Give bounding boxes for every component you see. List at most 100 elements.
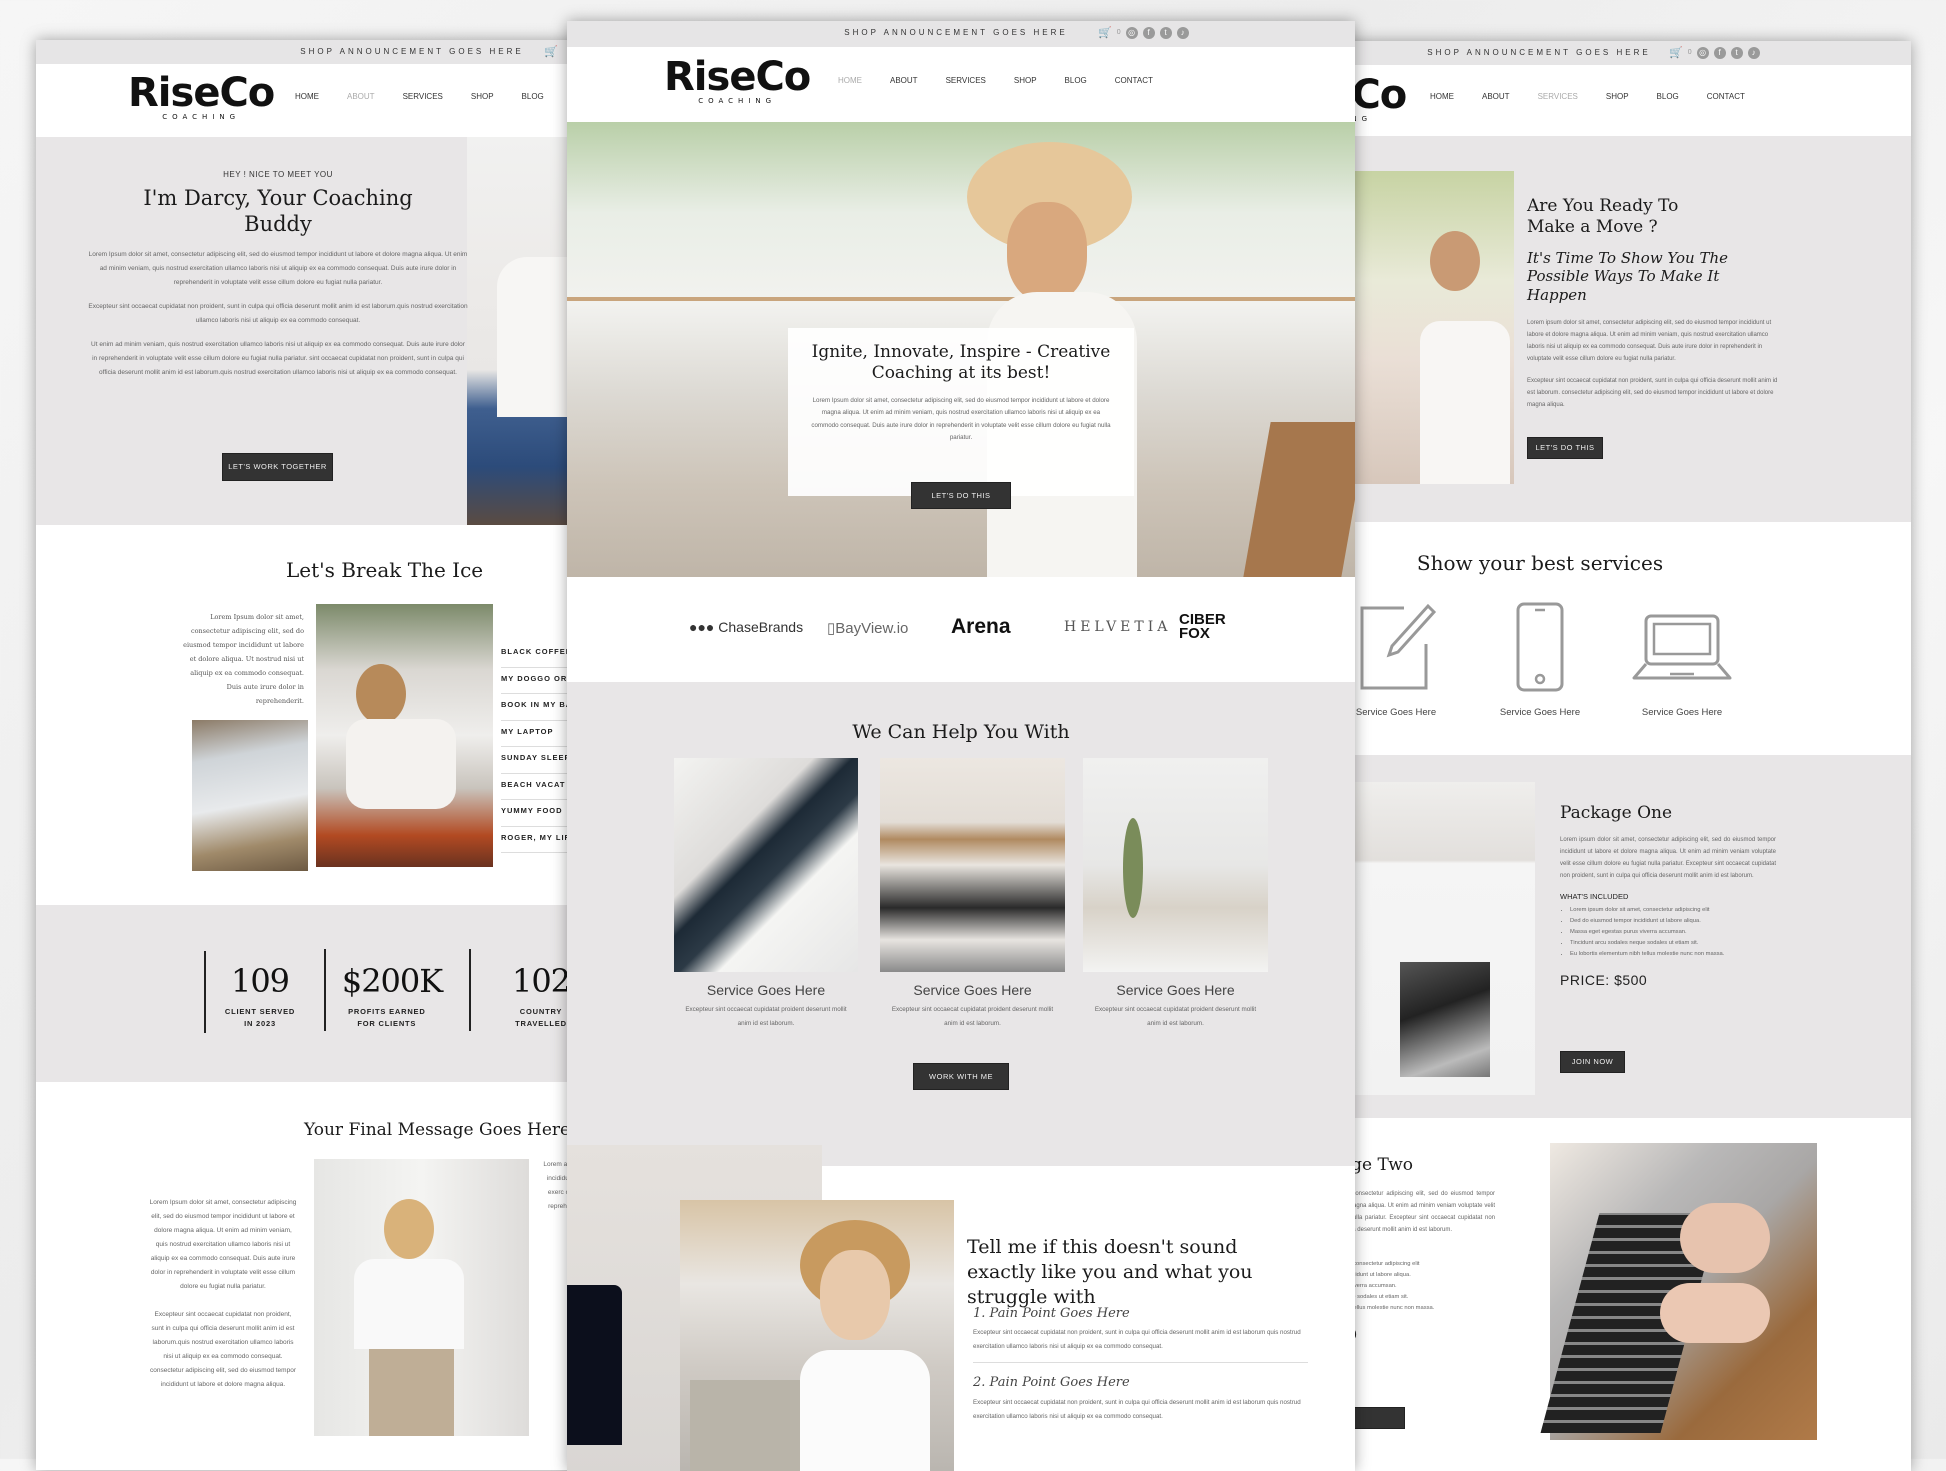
- nav-shop[interactable]: SHOP: [471, 92, 494, 101]
- brand-logo: ▯BayView.io: [827, 620, 909, 637]
- services-title: We Can Help You With: [852, 721, 1070, 743]
- facebook-icon[interactable]: f: [1713, 46, 1726, 59]
- ice-title: Let's Break The Ice: [286, 558, 484, 582]
- cart-count: 0: [1116, 29, 1121, 36]
- service-card-text: Excepteur sint occaecat cupidatat proide…: [891, 1006, 1054, 1027]
- logo[interactable]: RiseCoCOACHING: [128, 73, 275, 121]
- pain-point-title: 2. Pain Point Goes Here: [973, 1375, 1130, 1391]
- divider: [469, 949, 471, 1031]
- woman-laptop-photo: [680, 1200, 954, 1471]
- lets-do-this-button[interactable]: LET'S DO THIS: [911, 482, 1011, 509]
- hero-subtitle: It's Time To Show You The Possible Ways …: [1527, 248, 1729, 305]
- nav-home[interactable]: HOME: [1430, 92, 1454, 101]
- whats-included-label: WHAT'S INCLUDED: [1560, 892, 1629, 902]
- nav-about[interactable]: ABOUT: [347, 92, 375, 101]
- nav-home[interactable]: HOME: [838, 76, 862, 85]
- brand-logo: ●●● ChaseBrands: [689, 619, 804, 635]
- hero-eyebrow: HEY ! NICE TO MEET YOU: [223, 170, 333, 179]
- hero-title: Ignite, Innovate, Inspire - Creative Coa…: [811, 342, 1111, 384]
- nav-contact[interactable]: CONTACT: [1115, 76, 1153, 85]
- facebook-icon[interactable]: f: [1142, 26, 1155, 39]
- hero-card: Ignite, Innovate, Inspire - Creative Coa…: [788, 328, 1134, 496]
- brand-logo: Arena: [951, 615, 1011, 638]
- announcement-bar: SHOP ANNOUNCEMENT GOES HERE 🛒: [36, 40, 616, 64]
- nav-about[interactable]: ABOUT: [890, 76, 918, 85]
- services-title: Show your best services: [1416, 551, 1664, 575]
- package-one-price: PRICE: $500: [1560, 972, 1648, 989]
- cart-icon[interactable]: 🛒: [1669, 46, 1683, 59]
- brand-logos: ●●● ChaseBrands ▯BayView.io Arena HELVET…: [689, 612, 1249, 649]
- logo[interactable]: RiseCoCOACHING: [664, 57, 811, 105]
- divider: [324, 949, 326, 1031]
- service-photo: [1083, 758, 1268, 972]
- brand-logo: CIBER FOX: [1179, 611, 1226, 642]
- stat-profits: $200K PROFITS EARNED FOR CLIENTS: [341, 962, 443, 1028]
- hero-title: I'm Darcy, Your Coaching Buddy: [143, 186, 413, 237]
- included-item: Ded do eiusmod tempor incididunt ut labo…: [1570, 916, 1776, 927]
- cart-icon[interactable]: 🛒: [1098, 26, 1112, 39]
- pain-title: Tell me if this doesn't sound exactly li…: [967, 1236, 1253, 1308]
- smartphone-icon: [1516, 602, 1564, 692]
- main-nav: HOME ABOUT SERVICES SHOP BLOG CONTACT: [1430, 92, 1745, 101]
- nav-blog[interactable]: BLOG: [1065, 76, 1087, 85]
- twitter-icon[interactable]: t: [1730, 46, 1743, 59]
- lets-do-this-button[interactable]: LET'S DO THIS: [1527, 437, 1603, 459]
- pain-point-title: 1. Pain Point Goes Here: [973, 1306, 1130, 1321]
- final-paragraph: Excepteur sint occaecat cupidatat non pr…: [150, 1311, 296, 1388]
- service-card-text: Excepteur sint occaecat cupidatat proide…: [685, 1006, 847, 1027]
- reading-photo: [192, 720, 308, 871]
- cart-count: 0: [1687, 49, 1692, 56]
- hero-text: Lorem Ipsum dolor sit amet, consectetur …: [811, 396, 1111, 442]
- announcement-text: SHOP ANNOUNCEMENT GOES HERE: [1427, 48, 1651, 57]
- laptop-typing-photo: [1540, 1143, 1817, 1440]
- service-card-title: Service Goes Here: [1116, 982, 1235, 998]
- nav-services[interactable]: SERVICES: [403, 92, 443, 101]
- announcement-text: SHOP ANNOUNCEMENT GOES HERE: [300, 47, 524, 56]
- nav-home[interactable]: HOME: [295, 92, 319, 101]
- hero-title: Are You Ready To Make a Move ?: [1527, 196, 1679, 238]
- nav-blog[interactable]: BLOG: [522, 92, 544, 101]
- cart-icon[interactable]: 🛒: [544, 45, 558, 58]
- hero-paragraph: Ut enim ad minim veniam, quis nostrud ex…: [91, 340, 465, 376]
- woman-sunglasses-photo: [314, 1159, 529, 1436]
- twitter-icon[interactable]: t: [1159, 26, 1172, 39]
- lets-work-together-button[interactable]: LET'S WORK TOGETHER: [222, 453, 333, 481]
- nav-services[interactable]: SERVICES: [946, 76, 986, 85]
- join-now-button[interactable]: JOIN NOW: [1560, 1051, 1625, 1073]
- ice-text: Lorem Ipsum dolor sit amet, consectetur …: [183, 613, 304, 705]
- announcement-text: SHOP ANNOUNCEMENT GOES HERE: [844, 28, 1068, 37]
- instagram-icon[interactable]: ◎: [1696, 46, 1709, 59]
- tiktok-icon[interactable]: ♪: [1747, 46, 1760, 59]
- about-page-mockup: SHOP ANNOUNCEMENT GOES HERE 🛒 RiseCo COAC…: [36, 40, 616, 1470]
- hero-paragraph: Excepteur sint occaecat cupidatat non pr…: [88, 302, 468, 324]
- service-photo: [674, 758, 858, 972]
- package-one-title: Package One: [1560, 803, 1673, 823]
- instagram-icon[interactable]: ◎: [1125, 26, 1138, 39]
- divider: [204, 951, 206, 1033]
- included-item: Massa eget egestas purus viverra accumsa…: [1570, 927, 1776, 938]
- stat-countries: 102 COUNTRY TRAVELLED: [511, 962, 571, 1028]
- announcement-bar: SHOP ANNOUNCEMENT GOES HERE 🛒 0 ◎ f t ♪: [567, 21, 1355, 47]
- final-title: Your Final Message Goes Here: [304, 1120, 571, 1140]
- nav-contact[interactable]: CONTACT: [1707, 92, 1745, 101]
- nav-blog[interactable]: BLOG: [1657, 92, 1679, 101]
- service-card-title: Service Goes Here: [913, 982, 1032, 998]
- nav-shop[interactable]: SHOP: [1014, 76, 1037, 85]
- divider: [973, 1362, 1308, 1364]
- nav-about[interactable]: ABOUT: [1482, 92, 1510, 101]
- hero-paragraph: Lorem Ipsum dolor sit amet, consectetur …: [88, 250, 468, 286]
- work-with-me-button[interactable]: WORK WITH ME: [913, 1063, 1009, 1090]
- nav-shop[interactable]: SHOP: [1606, 92, 1629, 101]
- home-page-mockup: SHOP ANNOUNCEMENT GOES HERE 🛒 0 ◎ f t ♪ RiseC…: [567, 21, 1355, 1471]
- tiktok-icon[interactable]: ♪: [1176, 26, 1189, 39]
- hero-paragraph: Lorem ipsum dolor sit amet, consectetur …: [1527, 319, 1772, 362]
- service-label: Service Goes Here: [1641, 707, 1723, 718]
- hero-paragraph: Excepteur sint occaecat cupidatat non pr…: [1527, 377, 1778, 408]
- pain-point-text: Excepteur sint occaecat cupidatat non pr…: [973, 1398, 1301, 1420]
- nav-services[interactable]: SERVICES: [1538, 92, 1578, 101]
- main-nav: HOMEABOUTSERVICESSHOPBLOGCONTACT: [295, 92, 610, 101]
- stat-clients: 109 CLIENT SERVED IN 2023: [224, 962, 296, 1028]
- final-paragraph: Lorem Ipsum dolor sit amet, consectetur …: [149, 1199, 297, 1290]
- service-label: Service Goes Here: [1499, 707, 1581, 718]
- main-nav: HOME ABOUT SERVICES SHOP BLOG CONTACT: [838, 76, 1153, 85]
